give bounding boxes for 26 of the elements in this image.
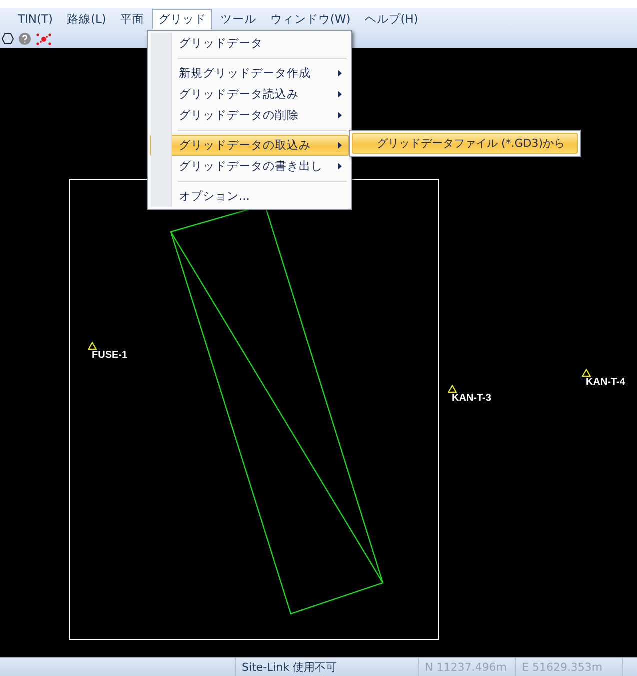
triangle-icon xyxy=(582,369,591,377)
menu-bar-item[interactable]: 平面 xyxy=(114,8,150,30)
menu-bar-item[interactable]: 路線(L) xyxy=(61,8,112,30)
menu-bar-item[interactable]: グリッド xyxy=(152,8,212,30)
station-label: KAN-T-3 xyxy=(452,393,492,404)
menu-item[interactable]: グリッドデータ xyxy=(150,33,349,54)
menu-item[interactable]: グリッドデータ読込み xyxy=(150,84,349,105)
status-text: Site-Link 使用不可 xyxy=(236,658,419,676)
triangle-icon xyxy=(88,342,97,350)
menu-item[interactable]: グリッドデータの書き出し xyxy=(150,156,349,177)
station-label: FUSE-1 xyxy=(92,350,128,361)
status-text: N 11237.496m xyxy=(419,658,516,676)
help-icon[interactable] xyxy=(19,33,31,45)
menu-item[interactable]: グリッドデータファイル (*.GD3)から xyxy=(352,133,578,154)
menu-item[interactable]: オプション... xyxy=(150,186,349,207)
menu-item[interactable]: グリッドデータの削除 xyxy=(150,105,349,126)
points-icon[interactable] xyxy=(36,32,52,46)
status-text: E 51629.353m xyxy=(516,658,623,676)
hexagon-icon[interactable] xyxy=(2,33,14,45)
menu-bar-item[interactable]: ウィンドウ(W) xyxy=(264,8,357,30)
menu-bar-item[interactable]: ツール xyxy=(214,8,262,30)
triangle-icon xyxy=(448,385,457,393)
station-label: KAN-T-4 xyxy=(586,377,626,388)
menu-bar-item[interactable]: TIN(T) xyxy=(12,9,60,29)
menu-item[interactable]: 新規グリッドデータ作成 xyxy=(150,63,349,84)
menu-bar-item[interactable]: ヘルプ(H) xyxy=(358,8,424,30)
